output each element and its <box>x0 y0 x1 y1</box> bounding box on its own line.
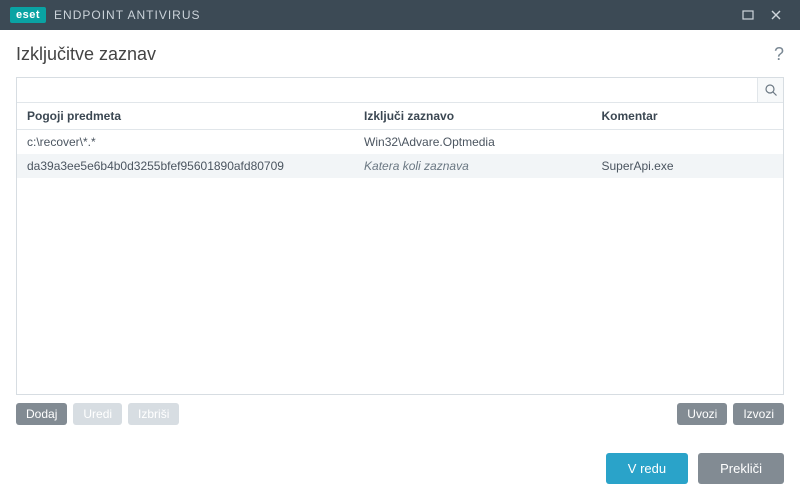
ok-button[interactable]: V redu <box>606 453 688 484</box>
toolbar: Dodaj Uredi Izbriši Uvozi Izvozi <box>16 395 784 435</box>
minimize-icon <box>742 9 754 21</box>
col-exclude-detection[interactable]: Izključi zaznavo <box>354 103 591 129</box>
search-input[interactable] <box>17 78 757 102</box>
cell-detection: Katera koli zaznava <box>354 154 591 178</box>
table-body: c:\recover\*.*Win32\Advare.Optmediada39a… <box>17 130 783 394</box>
cancel-button[interactable]: Prekliči <box>698 453 784 484</box>
cell-comment: SuperApi.exe <box>591 154 783 178</box>
cell-object: c:\recover\*.* <box>17 130 354 154</box>
edit-button[interactable]: Uredi <box>73 403 122 425</box>
page-title: Izključitve zaznav <box>16 44 156 65</box>
col-object-conditions[interactable]: Pogoji predmeta <box>17 103 354 129</box>
minimize-button[interactable] <box>734 0 762 30</box>
close-icon <box>770 9 782 21</box>
product-name: ENDPOINT ANTIVIRUS <box>54 8 200 22</box>
table-row[interactable]: da39a3ee5e6b4b0d3255bfef95601890afd80709… <box>17 154 783 178</box>
dialog-footer: V redu Prekliči <box>16 435 784 500</box>
table-row[interactable]: c:\recover\*.*Win32\Advare.Optmedia <box>17 130 783 154</box>
search-button[interactable] <box>757 78 783 102</box>
import-button[interactable]: Uvozi <box>677 403 727 425</box>
search-icon <box>764 83 778 97</box>
delete-button[interactable]: Izbriši <box>128 403 179 425</box>
export-button[interactable]: Izvozi <box>733 403 784 425</box>
brand-badge: eset <box>10 7 46 23</box>
cell-detection: Win32\Advare.Optmedia <box>354 130 591 154</box>
add-button[interactable]: Dodaj <box>16 403 67 425</box>
table-header: Pogoji predmeta Izključi zaznavo Komenta… <box>17 103 783 130</box>
cell-comment <box>591 130 783 154</box>
close-button[interactable] <box>762 0 790 30</box>
col-comment[interactable]: Komentar <box>591 103 783 129</box>
exclusions-panel: Pogoji predmeta Izključi zaznavo Komenta… <box>16 77 784 395</box>
titlebar: eset ENDPOINT ANTIVIRUS <box>0 0 800 30</box>
cell-object: da39a3ee5e6b4b0d3255bfef95601890afd80709 <box>17 154 354 178</box>
help-button[interactable]: ? <box>774 44 784 65</box>
